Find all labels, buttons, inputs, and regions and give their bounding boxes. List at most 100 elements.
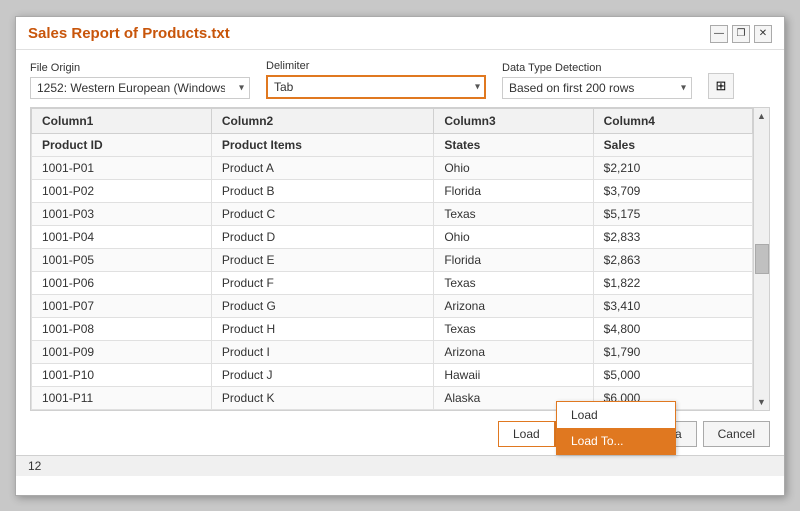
delimiter-label: Delimiter: [266, 60, 486, 72]
scrollbar[interactable]: ▲ ▼: [753, 108, 769, 410]
dropdown-load-to-item[interactable]: Load To...: [557, 428, 675, 454]
load-button[interactable]: Load: [499, 422, 555, 446]
restore-icon: ❐: [737, 28, 746, 39]
dialog: Sales Report of Products.txt — ❐ ✕ File …: [15, 16, 785, 496]
table-cell: 1001-P04: [32, 225, 212, 248]
title-bar: Sales Report of Products.txt — ❐ ✕: [16, 17, 784, 50]
table-cell: $5,175: [593, 202, 752, 225]
settings-button[interactable]: ⊞: [708, 73, 734, 99]
close-icon: ✕: [759, 28, 767, 39]
table-cell: $1,790: [593, 340, 752, 363]
table-cell: Arizona: [434, 294, 593, 317]
table-row: 1001-P03Product CTexas$5,175: [32, 202, 753, 225]
table-row: 1001-P01Product AOhio$2,210: [32, 156, 753, 179]
cancel-button[interactable]: Cancel: [703, 421, 770, 447]
table-cell: Product A: [211, 156, 433, 179]
table-cell: 1001-P03: [32, 202, 212, 225]
table-row: 1001-P10Product JHawaii$5,000: [32, 363, 753, 386]
title-buttons: — ❐ ✕: [710, 25, 772, 43]
table-cell: $2,863: [593, 248, 752, 271]
table-cell: $3,410: [593, 294, 752, 317]
file-origin-wrapper: 1252: Western European (Windows): [30, 77, 250, 99]
load-dropdown-menu: Load Load To...: [556, 401, 676, 455]
table-cell: 1001-P06: [32, 271, 212, 294]
table-cell: Product ID: [32, 133, 212, 156]
preview-table: Column1Column2Column3Column4 Product IDP…: [31, 108, 753, 410]
file-origin-group: File Origin 1252: Western European (Wind…: [30, 62, 250, 99]
datatype-select[interactable]: Based on first 200 rows: [502, 77, 692, 99]
datatype-label: Data Type Detection: [502, 62, 692, 74]
settings-icon: ⊞: [716, 78, 727, 94]
table-cell: Product Items: [211, 133, 433, 156]
table-cell: Texas: [434, 202, 593, 225]
minimize-icon: —: [714, 28, 724, 39]
table-cell: Product B: [211, 179, 433, 202]
table-row: 1001-P05Product EFlorida$2,863: [32, 248, 753, 271]
table-cell: Product H: [211, 317, 433, 340]
datatype-wrapper: Based on first 200 rows: [502, 77, 692, 99]
table-cell: 1001-P05: [32, 248, 212, 271]
table-cell: 1001-P09: [32, 340, 212, 363]
restore-button[interactable]: ❐: [732, 25, 750, 43]
close-button[interactable]: ✕: [754, 25, 772, 43]
table-cell: $5,000: [593, 363, 752, 386]
file-origin-select[interactable]: 1252: Western European (Windows): [30, 77, 250, 99]
table-wrapper: Column1Column2Column3Column4 Product IDP…: [30, 107, 770, 411]
table-cell: Florida: [434, 248, 593, 271]
table-cell: 1001-P02: [32, 179, 212, 202]
file-origin-label: File Origin: [30, 62, 250, 74]
dropdown-load-item[interactable]: Load: [557, 402, 675, 428]
table-row: 1001-P07Product GArizona$3,410: [32, 294, 753, 317]
footer-row: Load ▾ Transform Data Cancel Load Load T…: [16, 411, 784, 455]
table-cell: Ohio: [434, 225, 593, 248]
table-cell: Florida: [434, 179, 593, 202]
bottom-bar: 12: [16, 455, 784, 476]
table-cell: Texas: [434, 271, 593, 294]
column-header: Column3: [434, 108, 593, 133]
column-header: Column2: [211, 108, 433, 133]
table-row: 1001-P09Product IArizona$1,790: [32, 340, 753, 363]
delimiter-select[interactable]: Tab: [266, 75, 486, 99]
table-cell: 1001-P08: [32, 317, 212, 340]
column-header: Column4: [593, 108, 752, 133]
dialog-title: Sales Report of Products.txt: [28, 25, 230, 42]
scroll-down-arrow[interactable]: ▼: [754, 394, 769, 410]
table-body: Product IDProduct ItemsStatesSales1001-P…: [32, 133, 753, 409]
table-cell: $3,709: [593, 179, 752, 202]
datatype-group: Data Type Detection Based on first 200 r…: [502, 62, 692, 99]
table-cell: $2,210: [593, 156, 752, 179]
table-cell: 1001-P07: [32, 294, 212, 317]
header-row: Column1Column2Column3Column4: [32, 108, 753, 133]
table-cell: Product I: [211, 340, 433, 363]
delimiter-group: Delimiter Tab: [266, 60, 486, 99]
minimize-button[interactable]: —: [710, 25, 728, 43]
table-cell: 1001-P01: [32, 156, 212, 179]
table-cell: Ohio: [434, 156, 593, 179]
scroll-thumb[interactable]: [755, 244, 769, 274]
table-cell: Texas: [434, 317, 593, 340]
table-cell: $4,800: [593, 317, 752, 340]
table-cell: Product C: [211, 202, 433, 225]
delimiter-wrapper: Tab: [266, 75, 486, 99]
table-cell: States: [434, 133, 593, 156]
table-cell: Hawaii: [434, 363, 593, 386]
table-cell: $1,822: [593, 271, 752, 294]
table-cell: Product J: [211, 363, 433, 386]
table-row: 1001-P08Product HTexas$4,800: [32, 317, 753, 340]
column-header: Column1: [32, 108, 212, 133]
table-cell: 1001-P10: [32, 363, 212, 386]
table-cell: 1001-P11: [32, 386, 212, 409]
table-cell: Product D: [211, 225, 433, 248]
table-cell: Product E: [211, 248, 433, 271]
row-count: 12: [28, 459, 41, 473]
table-cell: Product G: [211, 294, 433, 317]
table-row: 1001-P04Product DOhio$2,833: [32, 225, 753, 248]
table-cell: Arizona: [434, 340, 593, 363]
table-cell: Sales: [593, 133, 752, 156]
controls-row: File Origin 1252: Western European (Wind…: [16, 50, 784, 107]
table-cell: Product F: [211, 271, 433, 294]
table-cell: $2,833: [593, 225, 752, 248]
table-row: Product IDProduct ItemsStatesSales: [32, 133, 753, 156]
table-header: Column1Column2Column3Column4: [32, 108, 753, 133]
scroll-up-arrow[interactable]: ▲: [754, 108, 769, 124]
